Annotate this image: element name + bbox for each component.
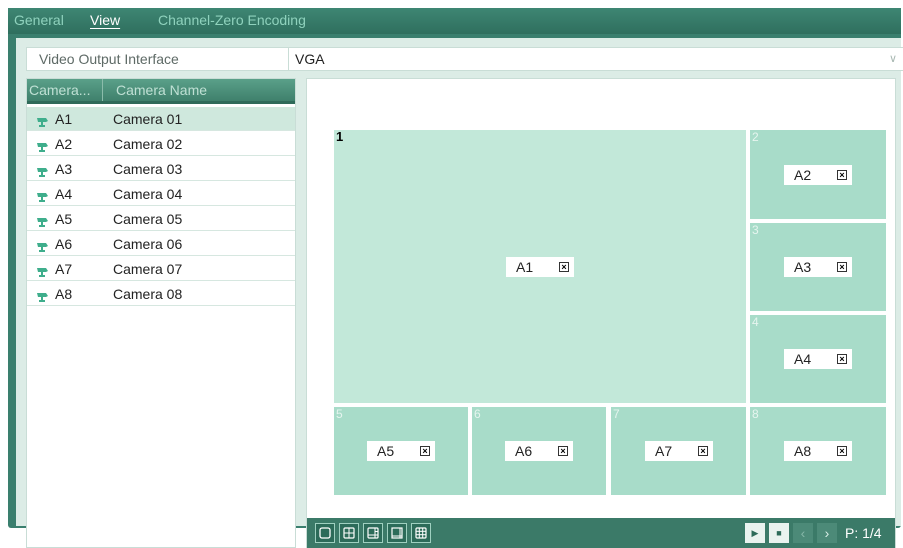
assigned-camera-id: A6 [515, 443, 533, 459]
tab-channel-zero-encoding[interactable]: Channel-Zero Encoding [158, 12, 306, 28]
close-icon[interactable]: × [837, 354, 847, 364]
table-row[interactable]: A6 Camera 06 [27, 232, 295, 256]
camera-name: Camera 02 [113, 136, 183, 152]
camera-name: Camera 08 [113, 286, 183, 302]
layout-window[interactable]: 2 A2 × [750, 130, 886, 219]
window-number: 2 [752, 130, 759, 144]
table-row[interactable]: A8 Camera 08 [27, 282, 295, 306]
window-number: 5 [336, 407, 343, 421]
camera-id: A1 [55, 111, 73, 127]
camera-id: A3 [55, 161, 73, 177]
camera-icon [37, 139, 49, 152]
table-row[interactable]: A5 Camera 05 [27, 207, 295, 231]
tab-bar: General View Channel-Zero Encoding [8, 8, 901, 34]
assigned-camera-id: A3 [794, 259, 812, 275]
stop-icon[interactable]: ■ [769, 523, 789, 543]
table-row[interactable]: A4 Camera 04 [27, 182, 295, 206]
camera-id: A4 [55, 186, 73, 202]
layout-window[interactable]: 1 A1 × [334, 130, 746, 403]
assigned-camera-id: A7 [655, 443, 673, 459]
assigned-camera-id: A2 [794, 167, 812, 183]
window-number: 4 [752, 315, 759, 329]
video-output-row: Video Output Interface VGA ∨ [26, 47, 903, 71]
window-number: 6 [474, 407, 481, 421]
window-number: 1 [336, 129, 344, 144]
single-view-icon[interactable] [315, 523, 335, 543]
close-icon[interactable]: × [837, 446, 847, 456]
close-icon[interactable]: × [558, 446, 568, 456]
close-icon[interactable]: × [420, 446, 430, 456]
camera-id: A2 [55, 136, 73, 152]
camera-id: A7 [55, 261, 73, 277]
camera-icon [37, 189, 49, 202]
layout-window[interactable]: 7 A7 × [611, 407, 746, 495]
camera-name: Camera 05 [113, 211, 183, 227]
camera-id: A5 [55, 211, 73, 227]
assigned-camera-id: A8 [794, 443, 812, 459]
tab-general[interactable]: General [14, 12, 64, 28]
video-output-value: VGA [295, 51, 325, 67]
assigned-camera-chip[interactable]: A2 × [784, 165, 852, 185]
assigned-camera-id: A4 [794, 351, 812, 367]
window-number: 3 [752, 223, 759, 237]
camera-list-header: Camera... Camera Name [27, 79, 295, 104]
layout-toolbar: ▶ ■ ‹ › P: 1/4 [307, 518, 895, 548]
camera-icon [37, 264, 49, 277]
camera-name: Camera 07 [113, 261, 183, 277]
camera-id: A8 [55, 286, 73, 302]
assigned-camera-chip[interactable]: A7 × [645, 441, 713, 461]
next-page-icon[interactable]: › [817, 523, 837, 543]
layout-window[interactable]: 8 A8 × [750, 407, 886, 495]
tab-view[interactable]: View [90, 12, 120, 28]
assigned-camera-chip[interactable]: A6 × [505, 441, 573, 461]
column-header-camera-name[interactable]: Camera Name [104, 79, 294, 101]
layout-window[interactable]: 6 A6 × [472, 407, 606, 495]
assigned-camera-chip[interactable]: A8 × [784, 441, 852, 461]
video-output-label: Video Output Interface [27, 48, 289, 70]
close-icon[interactable]: × [837, 262, 847, 272]
camera-list: Camera... Camera Name A1 Camera 01 A2 Camer… [26, 78, 296, 548]
table-row[interactable]: A2 Camera 02 [27, 132, 295, 156]
column-header-camera[interactable]: Camera... [27, 79, 103, 101]
video-output-select[interactable]: VGA ∨ [289, 48, 903, 70]
layout-preview: 1 A1 × 2 A2 × 3 A3 × 4 A4 × 5 A5 × 6 A6 × 7 A7 × 8 A8 × ▶ [306, 78, 896, 548]
table-row[interactable]: A1 Camera 01 [27, 107, 295, 131]
layout-window[interactable]: 4 A4 × [750, 315, 886, 403]
layout-window[interactable]: 3 A3 × [750, 223, 886, 311]
play-icon[interactable]: ▶ [745, 523, 765, 543]
close-icon[interactable]: × [698, 446, 708, 456]
eight-view-icon[interactable] [387, 523, 407, 543]
quad-view-icon[interactable] [339, 523, 359, 543]
camera-name: Camera 01 [113, 111, 183, 127]
close-icon[interactable]: × [559, 262, 569, 272]
camera-icon [37, 164, 49, 177]
table-row[interactable]: A3 Camera 03 [27, 157, 295, 181]
nine-view-icon[interactable] [411, 523, 431, 543]
previous-page-icon[interactable]: ‹ [793, 523, 813, 543]
assigned-camera-chip[interactable]: A5 × [367, 441, 435, 461]
assigned-camera-chip[interactable]: A4 × [784, 349, 852, 369]
layout-window[interactable]: 5 A5 × [334, 407, 468, 495]
assigned-camera-chip[interactable]: A1 × [506, 257, 574, 277]
camera-name: Camera 03 [113, 161, 183, 177]
window-number: 7 [613, 407, 620, 421]
assigned-camera-id: A5 [377, 443, 395, 459]
page-indicator: P: 1/4 [845, 525, 882, 541]
close-icon[interactable]: × [837, 170, 847, 180]
window-number: 8 [752, 407, 759, 421]
camera-name: Camera 04 [113, 186, 183, 202]
camera-icon [37, 214, 49, 227]
camera-icon [37, 239, 49, 252]
view-settings-content: Video Output Interface VGA ∨ Camera... C… [16, 38, 903, 548]
camera-icon [37, 289, 49, 302]
chevron-down-icon[interactable]: ∨ [889, 48, 897, 70]
camera-id: A6 [55, 236, 73, 252]
camera-icon [37, 114, 49, 127]
camera-name: Camera 06 [113, 236, 183, 252]
six-view-icon[interactable] [363, 523, 383, 543]
assigned-camera-chip[interactable]: A3 × [784, 257, 852, 277]
table-row[interactable]: A7 Camera 07 [27, 257, 295, 281]
assigned-camera-id: A1 [516, 259, 534, 275]
settings-window: General View Channel-Zero Encoding Video… [8, 8, 903, 548]
